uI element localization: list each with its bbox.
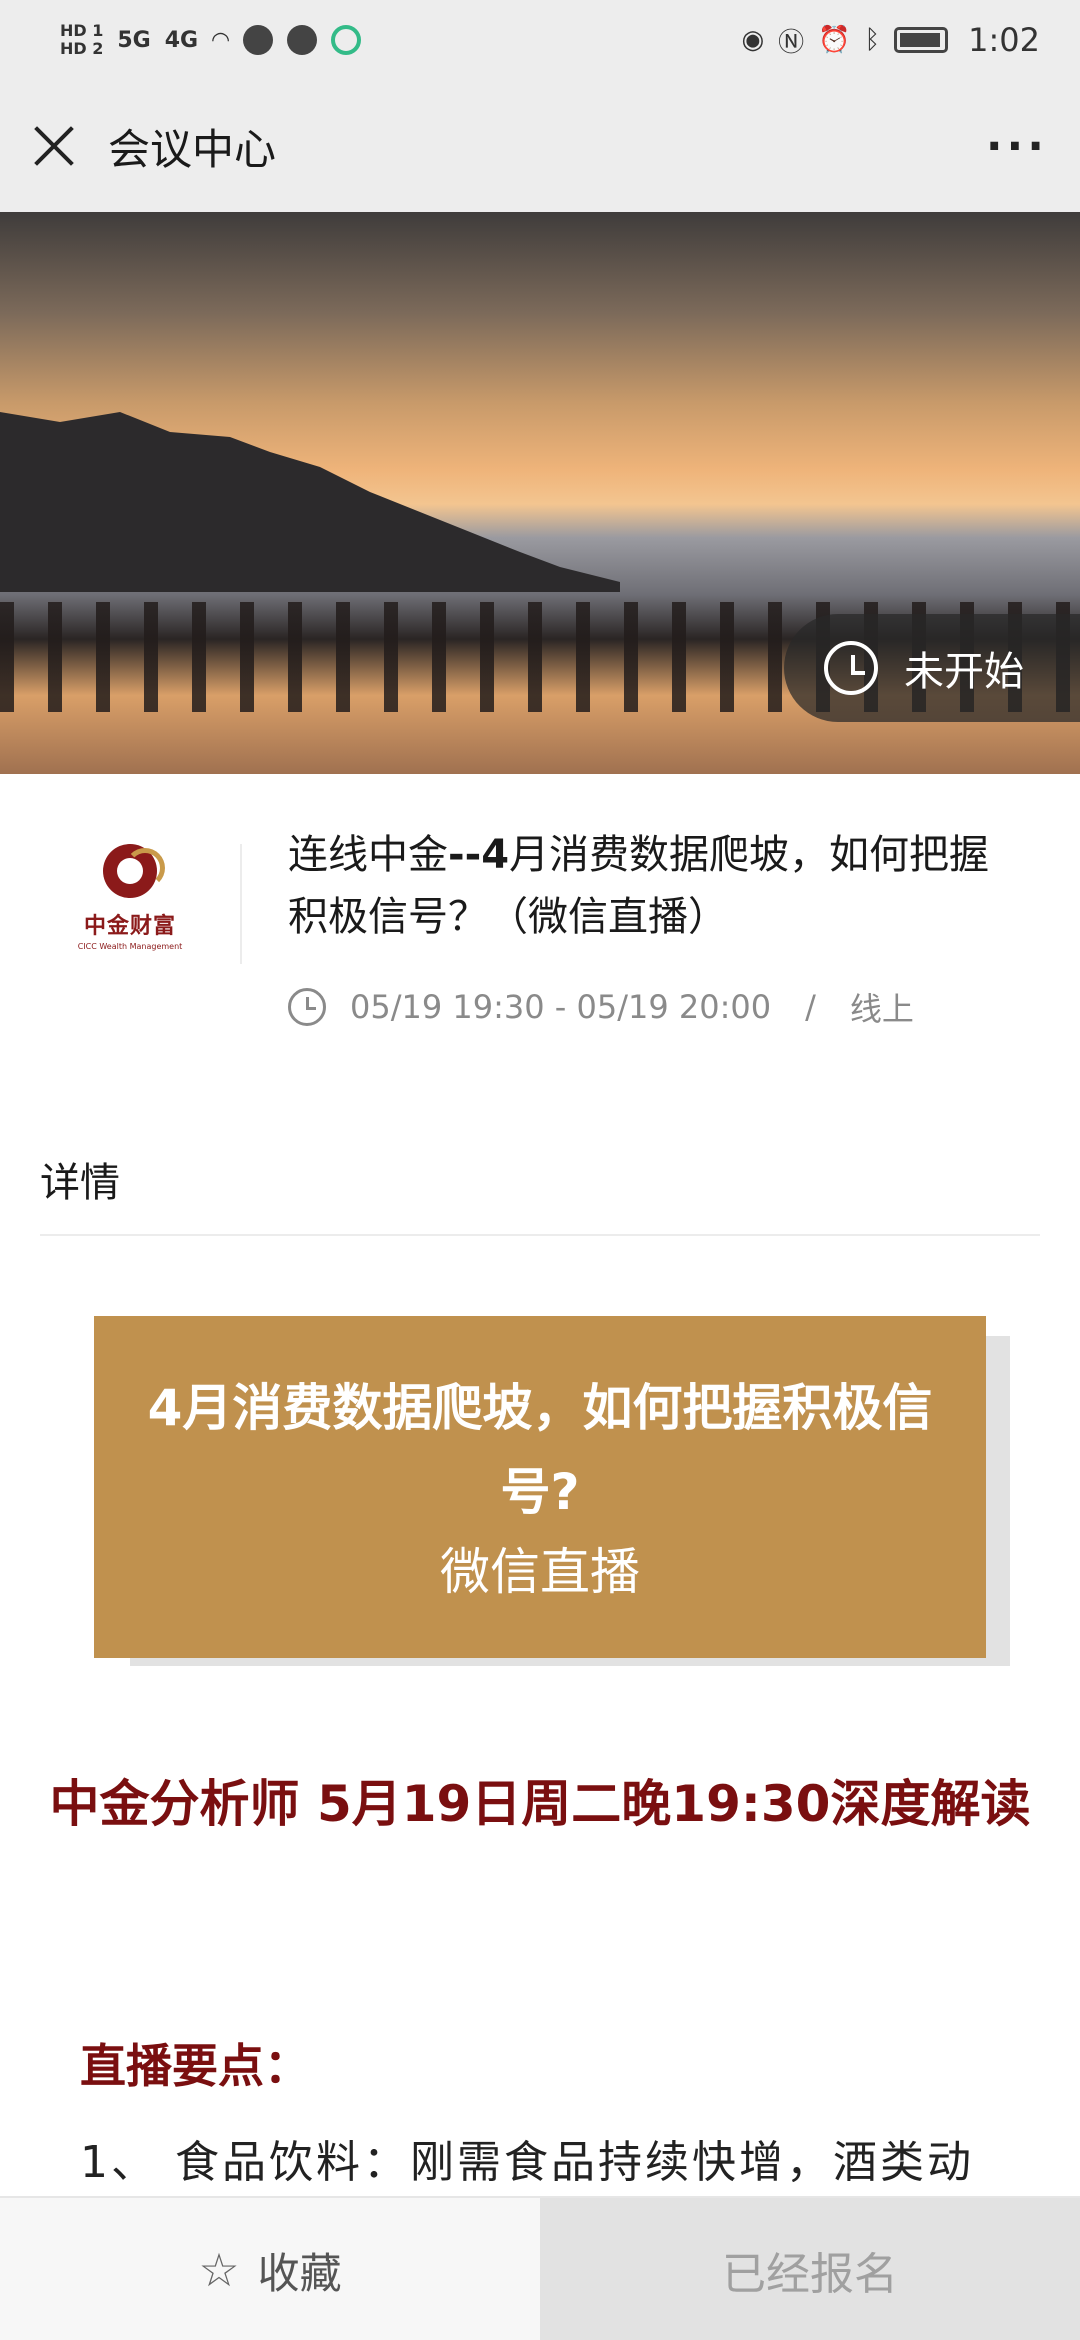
signal-5g-icon: 5G bbox=[117, 27, 151, 53]
logo-divider bbox=[240, 844, 242, 964]
logo-english-text: CICC Wealth Management bbox=[77, 942, 183, 951]
app-notification-icon bbox=[331, 25, 362, 55]
live-point-item: 1、 食品饮料：刚需食品持续快增，酒类动 bbox=[80, 2137, 974, 2188]
hd1-label: HD 1 bbox=[60, 21, 104, 40]
alarm-icon: ⏰ bbox=[818, 25, 851, 55]
globe-icon bbox=[243, 25, 274, 55]
wifi-icon: ◠ bbox=[212, 27, 230, 53]
registered-button[interactable]: 已经报名 bbox=[540, 2198, 1080, 2340]
event-info: 中金财富 CICC Wealth Management 连线中金--4月消费数据… bbox=[0, 774, 1080, 1074]
live-points-heading: 直播要点： bbox=[80, 2039, 310, 2093]
battery-icon bbox=[894, 27, 949, 53]
event-status-badge: 未开始 bbox=[784, 614, 1080, 722]
hd-indicator: HD 1 HD 2 bbox=[60, 22, 103, 58]
event-title-prefix: 连线中金 bbox=[288, 832, 448, 878]
event-banner-image: 未开始 bbox=[0, 212, 1080, 774]
eye-icon: ◉ bbox=[741, 25, 765, 55]
hd2-label: HD 2 bbox=[60, 39, 104, 58]
nfc-icon: Ⓝ bbox=[778, 27, 805, 58]
status-bar: HD 1 HD 2 5G 4G ◠ ◉ Ⓝ ⏰ ᛒ 1:02 bbox=[0, 0, 1080, 80]
event-title-bold: --4 bbox=[448, 832, 510, 878]
logo-chinese-text: 中金财富 bbox=[83, 914, 176, 939]
nav-bar: 会议中心 ··· bbox=[0, 80, 1080, 212]
browser-icon bbox=[287, 25, 318, 55]
bluetooth-icon: ᛒ bbox=[864, 25, 881, 55]
status-time: 1:02 bbox=[968, 21, 1040, 59]
event-time: 05/19 19:30 - 05/19 20:00 bbox=[350, 988, 772, 1026]
meta-separator: / bbox=[805, 988, 816, 1026]
status-right: ◉ Ⓝ ⏰ ᛒ 1:02 bbox=[741, 21, 1040, 59]
favorite-button[interactable]: ☆ 收藏 bbox=[0, 2198, 540, 2340]
time-clock-icon bbox=[288, 988, 326, 1026]
page-title: 会议中心 bbox=[108, 124, 277, 174]
details-divider bbox=[40, 1234, 1040, 1236]
bottom-action-bar: ☆ 收藏 已经报名 bbox=[0, 2196, 1080, 2340]
event-location: 线上 bbox=[849, 990, 914, 1028]
promo-card-title: 4月消费数据爬坡，如何把握积极信号? bbox=[147, 1379, 933, 1521]
cicc-logo-mark bbox=[103, 844, 165, 898]
mountain-silhouette bbox=[0, 412, 620, 592]
registered-label: 已经报名 bbox=[722, 2249, 898, 2300]
live-promo-card: 4月消费数据爬坡，如何把握积极信号? 微信直播 bbox=[94, 1316, 986, 1658]
signal-4g-icon: 4G bbox=[164, 27, 199, 53]
analyst-announcement: 中金分析师 5月19日周二晚19:30深度解读 bbox=[49, 1775, 1031, 1833]
star-icon: ☆ bbox=[198, 2243, 240, 2297]
status-left: HD 1 HD 2 5G 4G ◠ bbox=[60, 22, 362, 58]
favorite-label: 收藏 bbox=[257, 2248, 342, 2298]
promo-card-subtitle: 微信直播 bbox=[440, 1543, 640, 1601]
close-icon[interactable] bbox=[32, 124, 76, 168]
details-heading: 详情 bbox=[40, 1160, 120, 1206]
clock-icon bbox=[824, 641, 878, 695]
event-meta: 05/19 19:30 - 05/19 20:00 / 线上 bbox=[288, 984, 914, 1030]
cicc-logo: 中金财富 CICC Wealth Management bbox=[60, 844, 200, 964]
event-title: 连线中金--4月消费数据爬坡，如何把握积极信号？（微信直播） bbox=[288, 824, 1028, 948]
event-status-label: 未开始 bbox=[904, 649, 1024, 695]
more-options-icon[interactable]: ··· bbox=[986, 121, 1048, 172]
